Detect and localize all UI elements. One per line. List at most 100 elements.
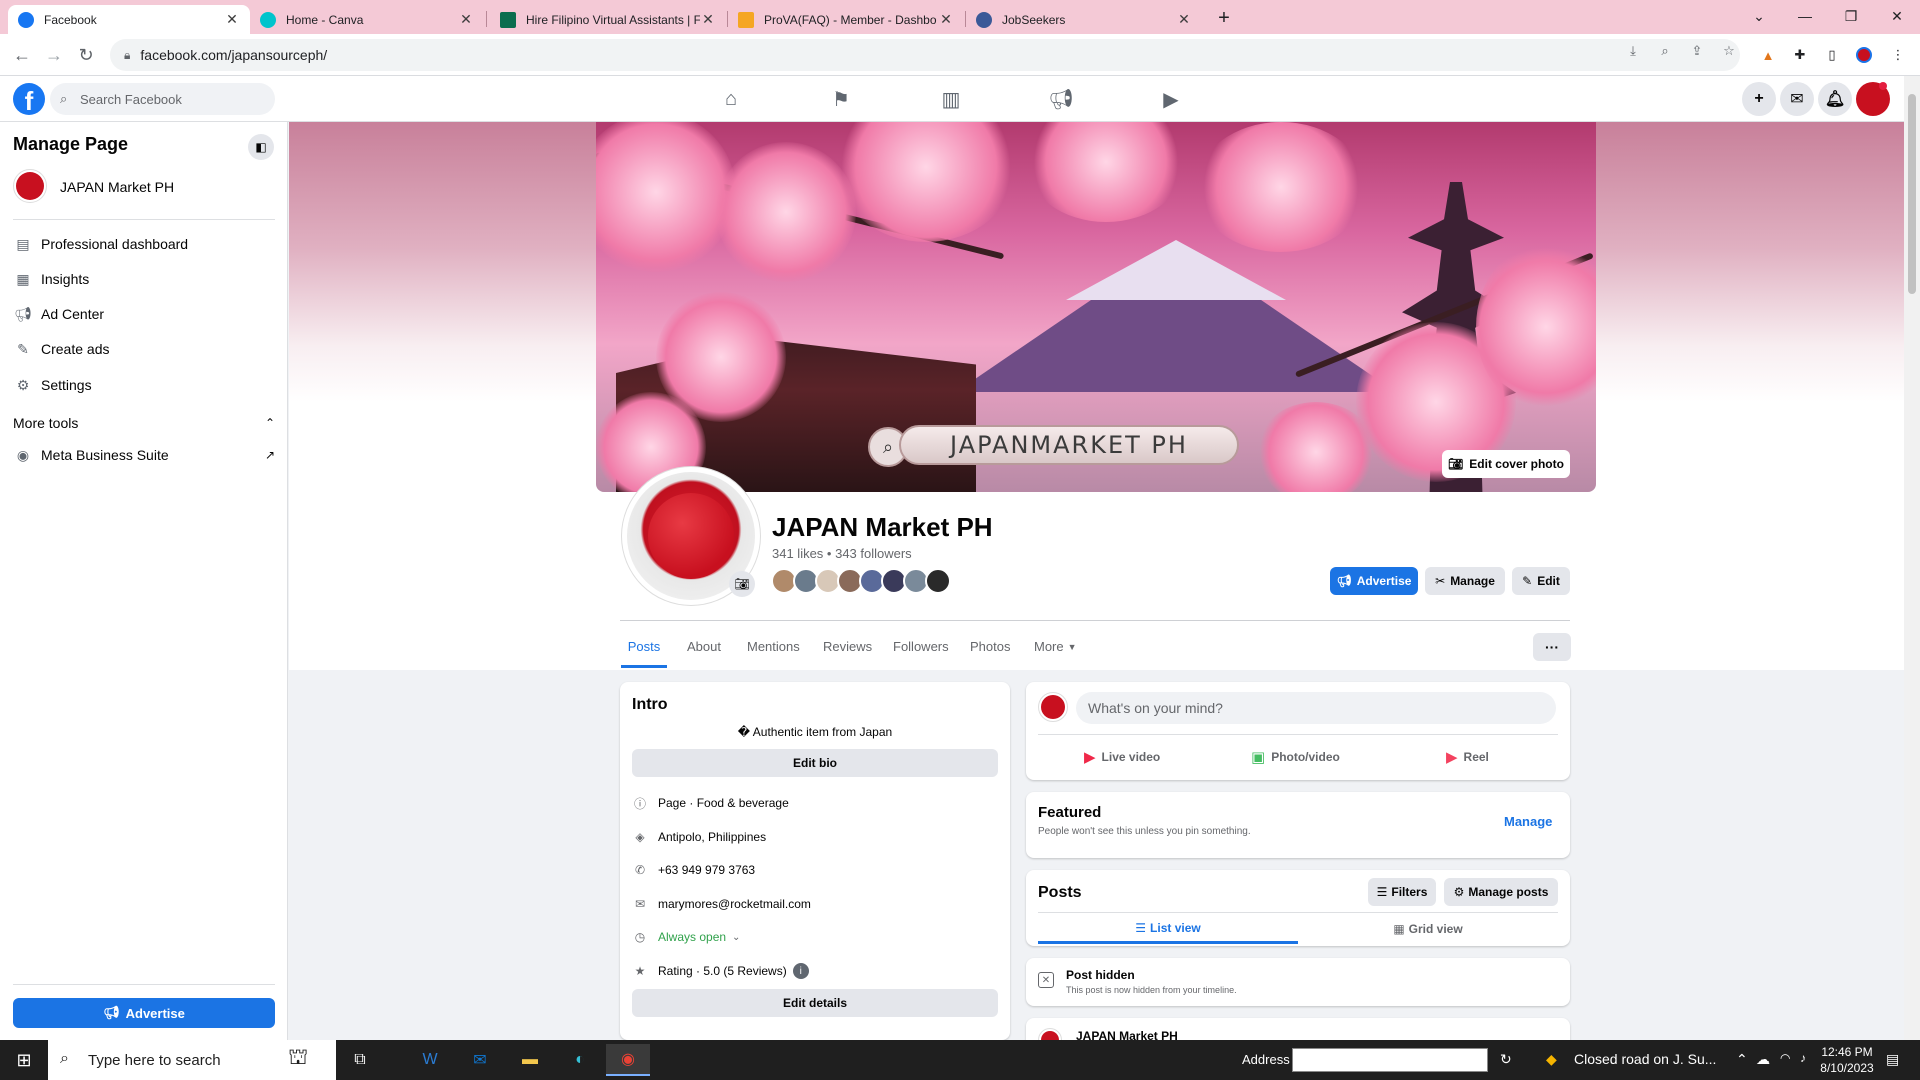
- video-icon[interactable]: ▶: [1158, 86, 1184, 112]
- tab-prova[interactable]: ProVA(FAQ) - Member - Dashbo ✕: [728, 5, 964, 34]
- close-tab-icon[interactable]: ✕: [1176, 11, 1192, 28]
- sidebar-item-create-ads[interactable]: ✎ Create ads: [13, 335, 275, 363]
- close-window-icon[interactable]: ✕: [1874, 0, 1920, 32]
- zoom-icon[interactable]: ⌕: [1656, 42, 1674, 60]
- home-icon[interactable]: ⌂: [718, 86, 744, 112]
- page-scrollbar[interactable]: [1904, 76, 1920, 1040]
- volume-icon[interactable]: ♪: [1800, 1051, 1806, 1065]
- flag-pages-icon[interactable]: ⚑: [828, 86, 854, 112]
- camera-icon[interactable]: 📷︎: [729, 571, 755, 597]
- notification-center-icon[interactable]: ▤: [1886, 1051, 1899, 1068]
- chrome-browser-icon[interactable]: ◉: [606, 1044, 650, 1076]
- facebook-search-input[interactable]: ⌕ Search Facebook: [50, 83, 275, 115]
- address-dropdown-chevron-icon[interactable]: ⌄: [1470, 1051, 1480, 1065]
- list-view-tab[interactable]: ☰ List view: [1038, 914, 1298, 944]
- messenger-icon[interactable]: ✉: [1780, 82, 1814, 116]
- more-options-icon[interactable]: ···: [1533, 633, 1571, 661]
- clock-date: 8/10/2023: [1820, 1061, 1874, 1075]
- mail-app-icon[interactable]: ✉: [458, 1044, 502, 1076]
- edit-cover-photo-button[interactable]: 📷︎ Edit cover photo: [1442, 450, 1570, 478]
- intro-row-hours[interactable]: ◷ Always open ⌄: [632, 929, 741, 945]
- composer-avatar[interactable]: [1038, 692, 1068, 722]
- browser-menu-icon[interactable]: ⋮: [1890, 47, 1906, 63]
- side-panel-icon[interactable]: ▯: [1824, 47, 1840, 63]
- more-tools-toggle[interactable]: More tools ⌃: [13, 409, 275, 437]
- taskbar-clock[interactable]: 12:46 PM 8/10/2023: [1812, 1044, 1882, 1076]
- page-stats[interactable]: 341 likes • 343 followers: [772, 546, 912, 561]
- reel-button[interactable]: ▶ Reel: [1446, 748, 1489, 766]
- close-tab-icon[interactable]: ✕: [224, 11, 240, 28]
- word-app-icon[interactable]: W: [408, 1044, 452, 1076]
- wifi-icon[interactable]: ◠: [1780, 1051, 1790, 1065]
- page-avatar[interactable]: [13, 169, 47, 203]
- sidebar-item-insights[interactable]: ▦ Insights: [13, 265, 275, 293]
- extensions-puzzle-icon[interactable]: ✚: [1792, 47, 1808, 63]
- profile-avatar[interactable]: [1856, 47, 1872, 63]
- live-video-button[interactable]: ▶ Live video: [1084, 748, 1160, 766]
- close-tab-icon[interactable]: ✕: [938, 11, 954, 28]
- collapse-sidebar-icon[interactable]: ◧: [248, 134, 274, 160]
- create-plus-icon[interactable]: +: [1742, 82, 1776, 116]
- close-tab-icon[interactable]: ✕: [700, 11, 716, 28]
- tab-posts[interactable]: Posts: [621, 632, 667, 668]
- tab-photos[interactable]: Photos: [970, 632, 1010, 668]
- restore-icon[interactable]: ❐: [1828, 0, 1874, 32]
- tab-search-chevron-icon[interactable]: ⌄: [1736, 0, 1782, 32]
- edit-bio-button[interactable]: Edit bio: [632, 749, 998, 777]
- forward-arrow-icon[interactable]: →: [42, 43, 66, 67]
- minimize-icon[interactable]: —: [1782, 0, 1828, 32]
- notifications-bell-icon[interactable]: 🔔︎: [1818, 82, 1852, 116]
- file-explorer-icon[interactable]: ▬: [508, 1044, 552, 1076]
- scrollbar-thumb[interactable]: [1908, 94, 1916, 294]
- info-icon[interactable]: i: [792, 963, 809, 979]
- grid-view-tab[interactable]: ▦ Grid view: [1298, 914, 1558, 944]
- news-ticker-text[interactable]: Closed road on J. Su...: [1574, 1051, 1716, 1067]
- taskbar-search-input[interactable]: ⌕ Type here to search ⛫: [48, 1040, 336, 1080]
- filters-button[interactable]: ☰ Filters: [1368, 878, 1436, 906]
- task-view-icon[interactable]: ⧉: [338, 1044, 382, 1076]
- onedrive-cloud-icon[interactable]: ☁: [1756, 1051, 1770, 1068]
- tab-jobseekers[interactable]: JobSeekers ✕: [966, 5, 1202, 34]
- tab-facebook[interactable]: Facebook ✕: [8, 5, 250, 34]
- address-bar[interactable]: 🔒︎ facebook.com/japansourceph/: [110, 39, 1740, 71]
- bookmark-star-icon[interactable]: ☆: [1720, 42, 1738, 60]
- windows-start-icon[interactable]: ⊞: [0, 1040, 48, 1080]
- sidebar-advertise-button[interactable]: 📢︎ Advertise: [13, 998, 275, 1028]
- close-tab-icon[interactable]: ✕: [458, 11, 474, 28]
- tab-more[interactable]: More ▼: [1034, 632, 1077, 668]
- insights-chart-icon[interactable]: ▥: [938, 86, 964, 112]
- tab-canva[interactable]: Home - Canva ✕: [250, 5, 484, 34]
- featured-manage-link[interactable]: Manage: [1504, 814, 1552, 829]
- edge-browser-icon[interactable]: ◐: [558, 1044, 602, 1076]
- megaphone-icon[interactable]: 📢︎: [1048, 86, 1074, 112]
- tab-about[interactable]: About: [687, 632, 721, 668]
- tab-followers[interactable]: Followers: [893, 632, 949, 668]
- install-app-icon[interactable]: ⤓: [1624, 42, 1642, 60]
- address-toolbar-input[interactable]: [1292, 1048, 1488, 1072]
- sidebar-item-meta-business-suite[interactable]: ◉ Meta Business Suite ↗: [13, 441, 275, 469]
- sidebar-page-name[interactable]: JAPAN Market PH: [60, 179, 174, 195]
- sidebar-item-settings[interactable]: ⚙ Settings: [13, 371, 275, 399]
- edit-button[interactable]: ✎ Edit: [1512, 567, 1570, 595]
- tab-hire-filipino[interactable]: Hire Filipino Virtual Assistants | Fi ✕: [490, 5, 726, 34]
- back-arrow-icon[interactable]: ←: [10, 43, 34, 67]
- sidebar-item-professional-dashboard[interactable]: ▤ Professional dashboard: [13, 230, 275, 258]
- manage-posts-button[interactable]: ⚙ Manage posts: [1444, 878, 1558, 906]
- whats-on-your-mind-input[interactable]: What's on your mind?: [1076, 692, 1556, 724]
- tab-mentions[interactable]: Mentions: [747, 632, 800, 668]
- follower-avatar[interactable]: [925, 568, 951, 594]
- photo-video-button[interactable]: ▣ Photo/video: [1251, 748, 1340, 766]
- address-refresh-icon[interactable]: ↻: [1500, 1051, 1512, 1068]
- tray-chevron-up-icon[interactable]: ⌃: [1736, 1051, 1748, 1068]
- tab-reviews[interactable]: Reviews: [823, 632, 872, 668]
- cover-photo[interactable]: ⌕ JAPANMARKET PH 📷︎ Edit cover photo: [596, 122, 1596, 492]
- manage-button[interactable]: ✂ Manage: [1425, 567, 1505, 595]
- reload-icon[interactable]: ↻: [74, 43, 98, 67]
- new-tab-plus-icon[interactable]: +: [1210, 6, 1238, 30]
- share-icon[interactable]: ⇪: [1688, 42, 1706, 60]
- advertise-button[interactable]: 📢︎ Advertise: [1330, 567, 1418, 595]
- metamask-extension-icon[interactable]: ▲: [1760, 47, 1776, 63]
- sidebar-item-ad-center[interactable]: 📢︎ Ad Center: [13, 300, 275, 328]
- facebook-logo-icon[interactable]: f: [13, 83, 45, 115]
- edit-details-button[interactable]: Edit details: [632, 989, 998, 1017]
